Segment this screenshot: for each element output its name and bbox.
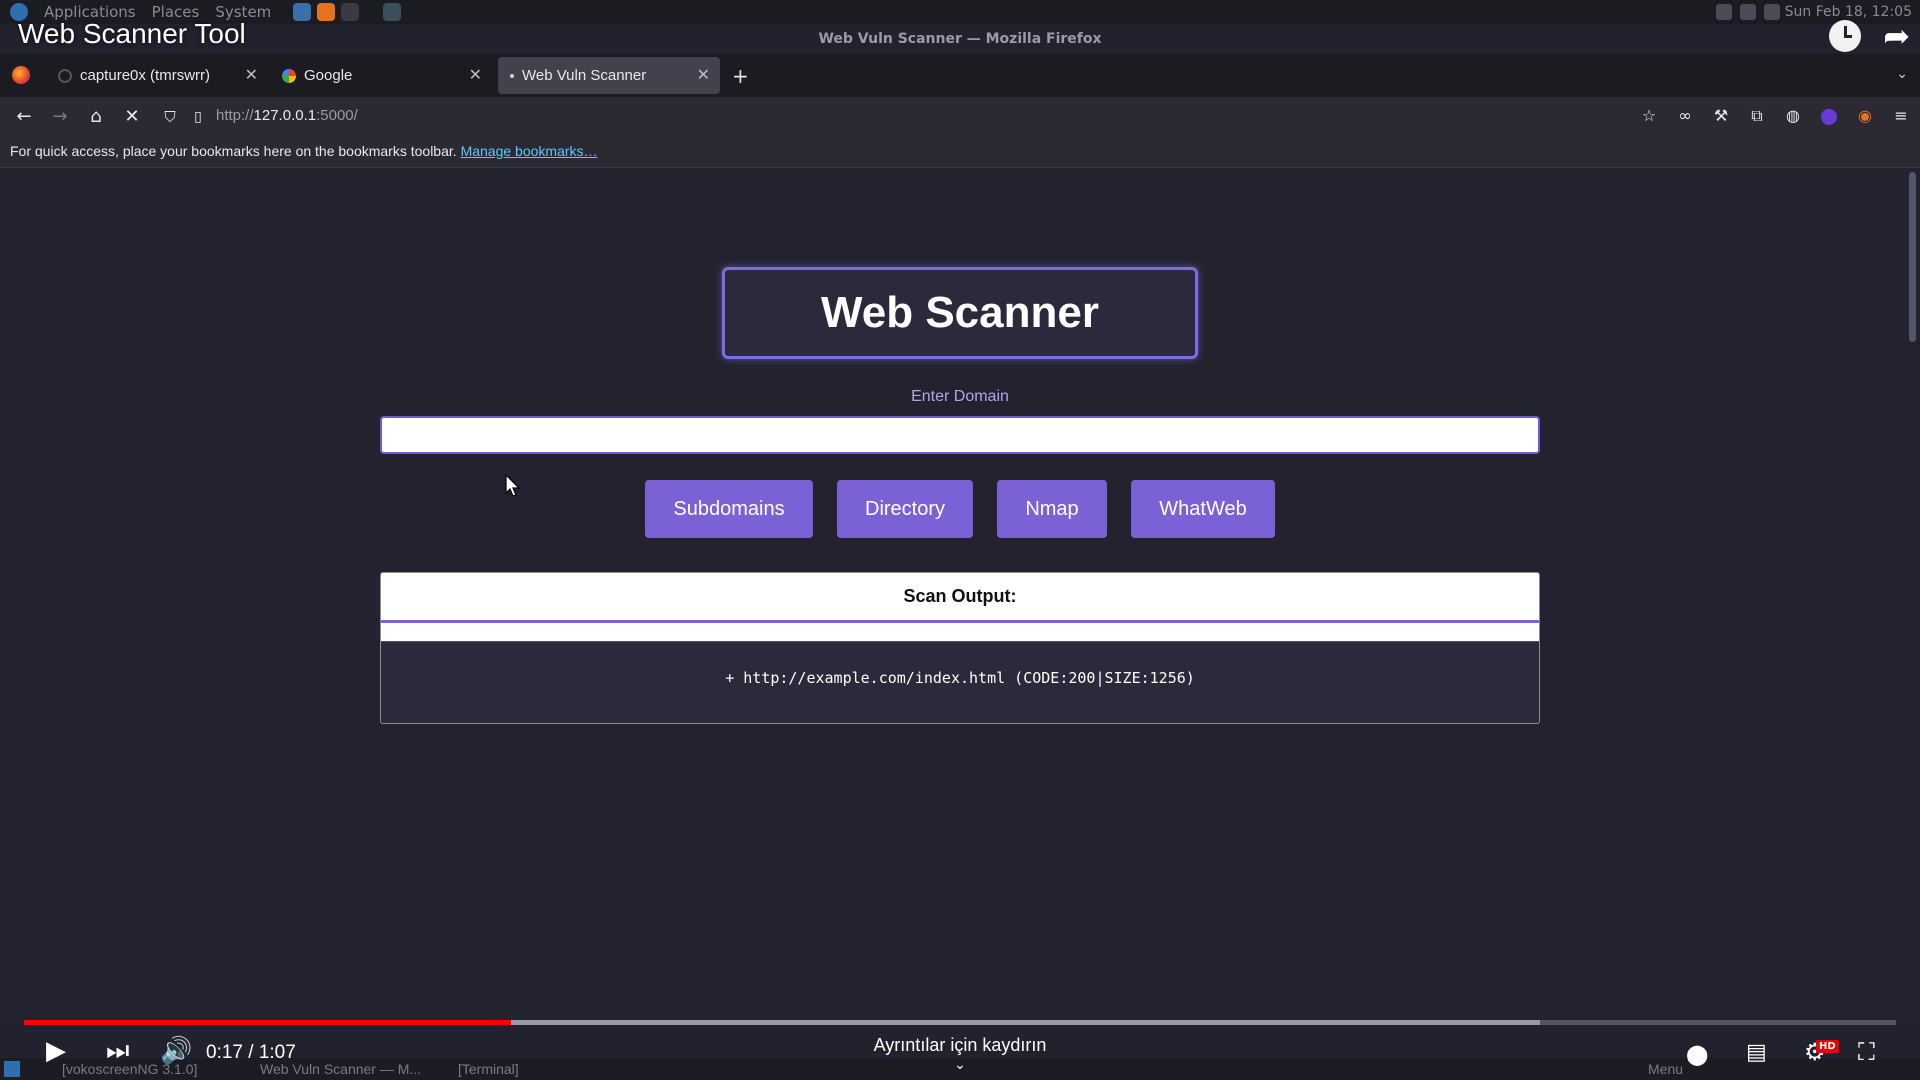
played-bar [24, 1020, 511, 1025]
video-title[interactable]: Web Scanner Tool [18, 18, 246, 50]
share-icon[interactable]: ➦ [1883, 20, 1910, 52]
subdomains-button[interactable]: Subdomains [645, 480, 813, 538]
stop-loading-button[interactable]: ✕ [120, 105, 144, 129]
url-port-path: :5000/ [316, 107, 358, 124]
loading-icon [58, 68, 72, 83]
google-favicon-icon [282, 68, 296, 83]
video-controls: ▶ ⏭ 🔊 0:17 / 1:07 Ayrıntılar için kaydır… [0, 1030, 1920, 1080]
nmap-button[interactable]: Nmap [997, 480, 1107, 538]
extensions-puzzle-icon[interactable]: ⧉ [1746, 105, 1768, 127]
extension-fox-icon[interactable]: ◉ [1854, 105, 1876, 127]
navigation-toolbar: ← → ⌂ ✕ ⛉ ▯ http://127.0.0.1:5000/ ☆ ∞ ⚒… [0, 97, 1920, 137]
manage-bookmarks-link[interactable]: Manage bookmarks… [461, 143, 598, 159]
mouse-cursor-icon [505, 474, 521, 497]
output-divider [381, 623, 1539, 641]
tab-web-vuln-scanner[interactable]: Web Vuln Scanner ✕ [498, 57, 720, 94]
page-info-icon[interactable]: ▯ [186, 105, 210, 129]
tab-capture0x[interactable]: capture0x (tmrswrr) ✕ [46, 57, 268, 94]
tab-label: Web Vuln Scanner [522, 67, 647, 84]
video-top-actions: ➦ [1829, 20, 1910, 52]
exit-fullscreen-icon[interactable]: ⛶ [1858, 1038, 1875, 1066]
scrollbar-thumb[interactable] [1909, 172, 1916, 342]
network-icon[interactable] [1740, 4, 1756, 20]
page-content: Web Scanner Enter Domain Subdomains Dire… [0, 168, 1905, 1020]
scan-buttons: Subdomains Directory Nmap WhatWeb [0, 480, 1920, 538]
page-scrollbar[interactable] [1905, 168, 1920, 1020]
tab-label: Google [304, 67, 353, 84]
extension-wrench-icon[interactable]: ⚒ [1710, 105, 1732, 127]
scan-output-panel: Scan Output: + http://example.com/index.… [380, 572, 1540, 724]
firefox-launcher-icon[interactable] [317, 3, 336, 21]
files-launcher-icon[interactable] [383, 3, 402, 21]
os-quick-launch [293, 3, 402, 21]
tab-google[interactable]: Google ✕ [270, 57, 492, 94]
extension-infinity-icon[interactable]: ∞ [1674, 105, 1696, 127]
list-all-tabs-icon[interactable]: ⌄ [1896, 66, 1908, 82]
firefox-menu-icon[interactable] [12, 66, 30, 84]
scan-output-body: + http://example.com/index.html (CODE:20… [381, 641, 1539, 722]
new-tab-button[interactable]: + [732, 64, 749, 88]
domain-input[interactable] [380, 416, 1540, 454]
os-top-panel: Applications Places System Sun Feb 18, 1… [0, 0, 1920, 24]
subtitles-icon[interactable]: ▤ [1746, 1040, 1767, 1065]
tab-label: capture0x (tmrswrr) [80, 67, 211, 84]
page-loading-dot-icon [510, 73, 514, 78]
bookmark-star-icon[interactable]: ☆ [1638, 105, 1660, 127]
bookmarks-hint-text: For quick access, place your bookmarks h… [10, 143, 457, 159]
toolbar-extensions: ☆ ∞ ⚒ ⧉ ◍ ⬤ ◉ ≡ [1638, 105, 1912, 127]
url-host: 127.0.0.1 [253, 107, 317, 124]
back-button[interactable]: ← [12, 105, 36, 129]
url-bar[interactable]: http://127.0.0.1:5000/ [216, 107, 358, 124]
hamburger-menu-icon[interactable]: ≡ [1890, 105, 1912, 127]
bookmarks-toolbar: For quick access, place your bookmarks h… [0, 137, 1920, 168]
hd-badge: HD [1816, 1040, 1839, 1053]
autoplay-toggle[interactable]: ⬤ [1686, 1042, 1708, 1066]
whatweb-button[interactable]: WhatWeb [1131, 480, 1275, 538]
scroll-hint[interactable]: Ayrıntılar için kaydırın [0, 1035, 1920, 1056]
home-button[interactable]: ⌂ [84, 105, 108, 129]
close-tab-icon[interactable]: ✕ [469, 65, 482, 85]
chevron-down-icon[interactable]: ⌄ [0, 1057, 1920, 1073]
extension-purple-icon[interactable]: ⬤ [1818, 105, 1840, 127]
close-tab-icon[interactable]: ✕ [245, 65, 258, 85]
tracking-protection-shield-icon[interactable]: ⛉ [158, 105, 182, 129]
screen: Applications Places System Sun Feb 18, 1… [0, 0, 1920, 1080]
tab-strip: capture0x (tmrswrr) ✕ Google ✕ Web Vuln … [0, 54, 1920, 97]
url-scheme: http:// [216, 107, 254, 124]
extension-globe-icon[interactable]: ◍ [1782, 105, 1804, 127]
system-tray [1716, 4, 1780, 20]
watch-later-icon[interactable] [1829, 20, 1862, 52]
directory-button[interactable]: Directory [837, 480, 973, 538]
video-progress-bar[interactable] [24, 1020, 1896, 1025]
forward-button[interactable]: → [48, 105, 72, 129]
scan-output-title: Scan Output: [381, 573, 1539, 623]
domain-label: Enter Domain [911, 388, 1009, 405]
close-tab-icon[interactable]: ✕ [697, 65, 710, 85]
terminal-launcher-icon[interactable] [341, 3, 360, 21]
volume-icon[interactable] [1716, 4, 1732, 20]
window-title: Web Vuln Scanner — Mozilla Firefox [818, 31, 1102, 47]
search-app-icon[interactable] [293, 3, 312, 21]
battery-icon[interactable] [1764, 4, 1780, 20]
page-title: Web Scanner [821, 288, 1099, 337]
header-box: Web Scanner [722, 267, 1198, 359]
